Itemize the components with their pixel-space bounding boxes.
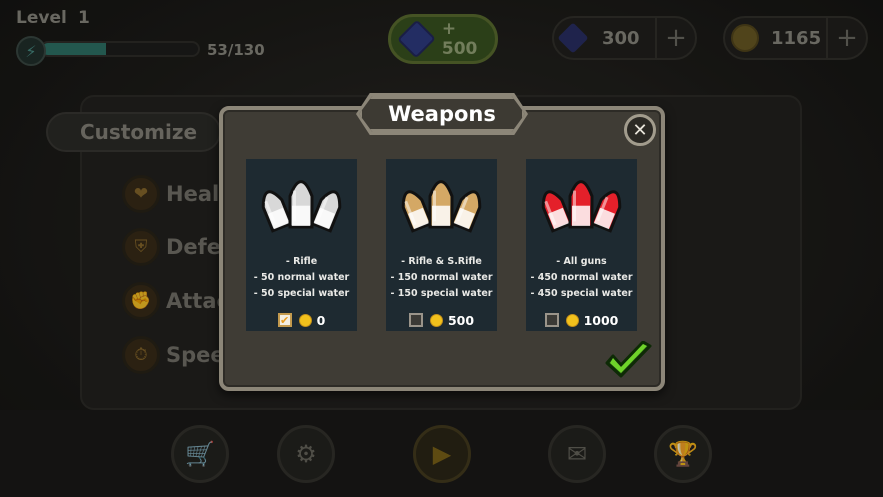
modal-title-text: Weapons [388, 102, 496, 126]
bullets-gold [401, 180, 482, 233]
option-checkbox[interactable] [544, 313, 559, 327]
option-price: 1000 [583, 312, 619, 328]
weapon-option-basic[interactable]: - Rifle - 50 normal water - 50 special w… [246, 159, 357, 331]
weapon-option-all[interactable]: - All guns - 450 normal water - 450 spec… [526, 159, 637, 331]
bullets-red [541, 180, 622, 233]
option-price: 500 [447, 312, 475, 328]
option-line: - 450 special water [530, 288, 633, 299]
option-line: - Rifle & S.Rifle [401, 256, 482, 267]
option-line: - All guns [556, 256, 607, 267]
option-line: - 450 normal water [530, 272, 633, 283]
coin-icon [565, 313, 579, 327]
option-footer: ✔ 0 [246, 310, 357, 330]
option-checkbox[interactable]: ✔ [277, 313, 292, 327]
option-footer: 1000 [526, 310, 637, 330]
close-icon: ✕ [632, 119, 648, 141]
bullets-silver [261, 180, 342, 233]
option-footer: 500 [386, 310, 497, 330]
bullets-icon [401, 180, 482, 233]
option-checkbox[interactable] [408, 313, 423, 327]
checkmark-icon [605, 341, 652, 378]
option-line: - 50 special water [253, 288, 350, 299]
coin-icon [298, 313, 312, 327]
option-line: - Rifle [285, 256, 318, 267]
coin-icon [429, 313, 443, 327]
modal-title: Weapons [359, 96, 525, 132]
close-button[interactable]: ✕ [624, 114, 656, 146]
confirm-button[interactable] [603, 341, 653, 381]
bullets-icon [541, 180, 622, 233]
option-line: - 50 normal water [253, 272, 350, 283]
option-line: - 150 special water [390, 288, 493, 299]
option-line: - 150 normal water [390, 272, 493, 283]
weapon-option-advanced[interactable]: - Rifle & S.Rifle - 150 normal water - 1… [386, 159, 497, 331]
option-price: 0 [316, 312, 326, 328]
bullets-icon [261, 180, 342, 233]
